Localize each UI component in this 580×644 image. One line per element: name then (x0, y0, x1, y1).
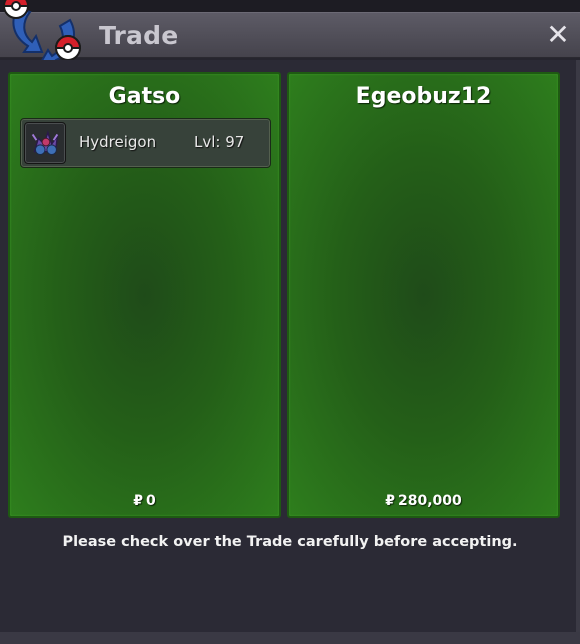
left-trade-panel[interactable]: Gatso Hydreigon Lvl: 97 ₽0 (8, 72, 281, 518)
item-name: Hydreigon (79, 133, 157, 151)
right-trade-panel[interactable]: Egeobuz12 ₽280,000 (287, 72, 560, 518)
item-level: Lvl: 97 (194, 133, 245, 151)
left-money: ₽0 (10, 493, 279, 509)
trade-item-slot[interactable]: Hydreigon Lvl: 97 (20, 118, 271, 168)
currency-symbol: ₽ (385, 493, 395, 509)
right-money-value: 280,000 (397, 493, 462, 509)
right-money: ₽280,000 (289, 493, 558, 509)
trade-notice: Please check over the Trade carefully be… (62, 534, 518, 550)
window-edge (576, 60, 580, 632)
currency-symbol: ₽ (133, 493, 143, 509)
window-title: Trade (99, 21, 179, 50)
trade-window: Trade ✕ Gatso Hydreigon Lvl: 97 ₽ 0 Egeo… (0, 0, 580, 644)
close-icon[interactable]: ✕ (544, 21, 572, 49)
trade-content: Gatso Hydreigon Lvl: 97 ₽0 Egeobuz12 ₽ 2… (0, 60, 580, 632)
bottom-strip (0, 632, 580, 644)
left-money-value: 0 (146, 493, 156, 509)
right-player-name: Egeobuz12 (355, 84, 492, 109)
left-player-name: Gatso (108, 84, 181, 109)
hydreigon-icon (24, 122, 66, 164)
